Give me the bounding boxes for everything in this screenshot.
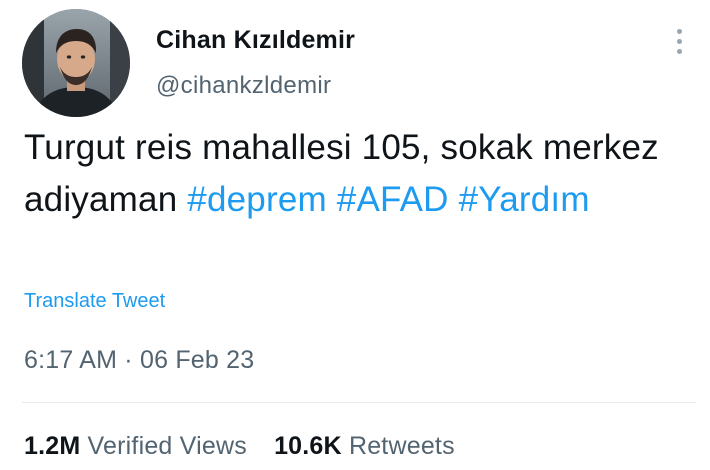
avatar-photo — [22, 9, 130, 117]
retweets-count: 10.6K — [274, 432, 342, 460]
user-handle[interactable]: @cihankzldemir — [156, 72, 331, 100]
views-label: Verified Views — [87, 432, 247, 460]
tweet-stats: 1.2M Verified Views 10.6K Retweets — [24, 432, 475, 461]
views-stat[interactable]: 1.2M Verified Views — [24, 432, 247, 461]
tweet-time: 6:17 AM — [24, 346, 118, 374]
divider — [22, 402, 696, 403]
tweet-text: Turgut reis mahallesi 105, sokak merkez … — [24, 122, 684, 226]
hashtag-link[interactable]: #deprem — [187, 180, 327, 219]
avatar[interactable] — [22, 9, 130, 117]
user-name[interactable]: Cihan Kızıldemir — [156, 26, 355, 55]
more-vertical-icon-dot — [676, 48, 682, 54]
hashtag-link[interactable]: #AFAD — [337, 180, 449, 219]
retweets-label: Retweets — [348, 432, 455, 460]
more-vertical-icon — [676, 28, 682, 34]
views-count: 1.2M — [24, 432, 81, 460]
tweet-date: 06 Feb 23 — [139, 346, 255, 374]
hashtag-link[interactable]: #Yardım — [459, 180, 590, 219]
timestamp-separator: · — [124, 346, 133, 374]
translate-tweet-link[interactable]: Translate Tweet — [24, 290, 165, 313]
retweets-stat[interactable]: 10.6K Retweets — [274, 432, 455, 461]
more-vertical-icon-dot — [676, 38, 682, 44]
more-options-button[interactable] — [664, 24, 694, 58]
tweet-timestamp[interactable]: 6:17 AM · 06 Feb 23 — [24, 346, 254, 375]
